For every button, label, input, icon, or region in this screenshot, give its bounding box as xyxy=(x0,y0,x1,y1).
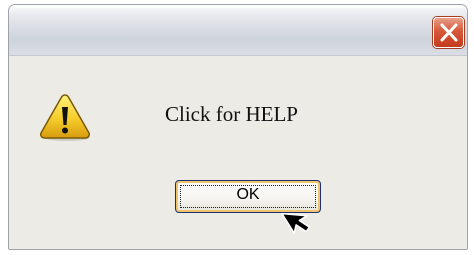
dialog-message: Click for HELP xyxy=(165,102,298,126)
ok-button-label: OK xyxy=(236,186,260,203)
ok-button[interactable]: OK xyxy=(175,180,321,213)
warning-icon xyxy=(40,94,90,141)
message-dialog: Click for HELP OK xyxy=(8,4,468,250)
close-icon xyxy=(440,23,458,42)
title-bar[interactable] xyxy=(9,5,467,56)
dialog-body: Click for HELP OK xyxy=(9,56,467,249)
close-button[interactable] xyxy=(433,17,464,48)
